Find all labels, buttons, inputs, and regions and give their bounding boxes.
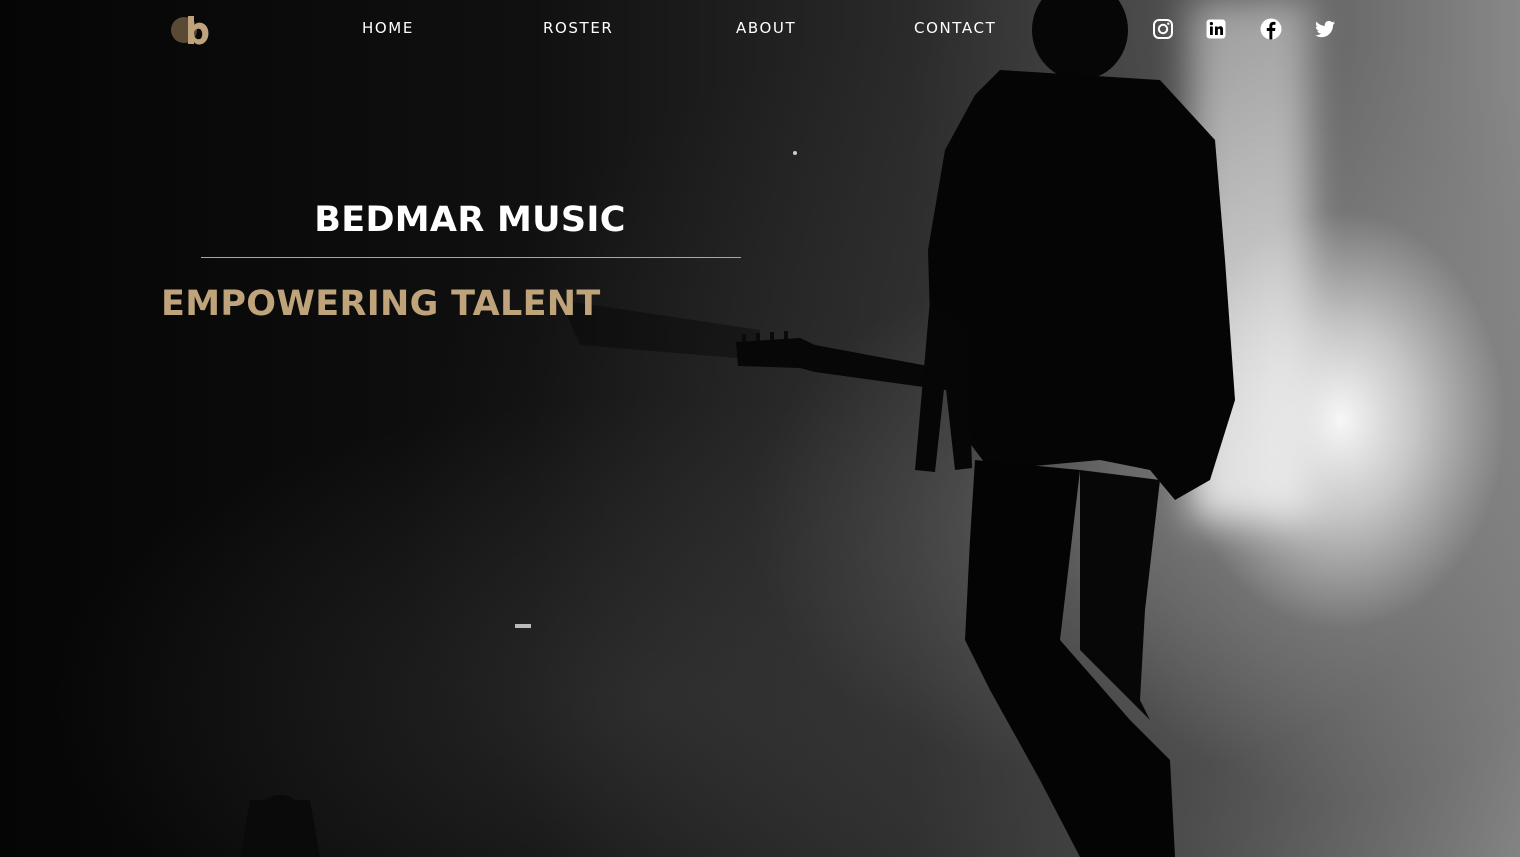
hero-divider bbox=[201, 257, 741, 258]
nav-about-link[interactable]: ABOUT bbox=[736, 19, 796, 37]
nav-contact-link[interactable]: CONTACT bbox=[914, 19, 996, 37]
hero-title: BEDMAR MUSIC bbox=[314, 200, 626, 240]
linkedin-icon[interactable] bbox=[1204, 17, 1228, 41]
facebook-icon[interactable] bbox=[1259, 17, 1283, 41]
nav-home-link[interactable]: HOME bbox=[362, 19, 414, 37]
nav-roster-link[interactable]: ROSTER bbox=[543, 19, 613, 37]
hero-background-image bbox=[240, 0, 1235, 857]
twitter-icon[interactable] bbox=[1313, 17, 1337, 41]
main-nav: HOME ROSTER ABOUT CONTACT bbox=[0, 19, 1520, 41]
hero-tagline: EMPOWERING TALENT bbox=[161, 284, 601, 324]
instagram-icon[interactable] bbox=[1151, 17, 1175, 41]
hero-section: HOME ROSTER ABOUT CONTACT BEDMAR MUSIC E… bbox=[0, 0, 1520, 857]
